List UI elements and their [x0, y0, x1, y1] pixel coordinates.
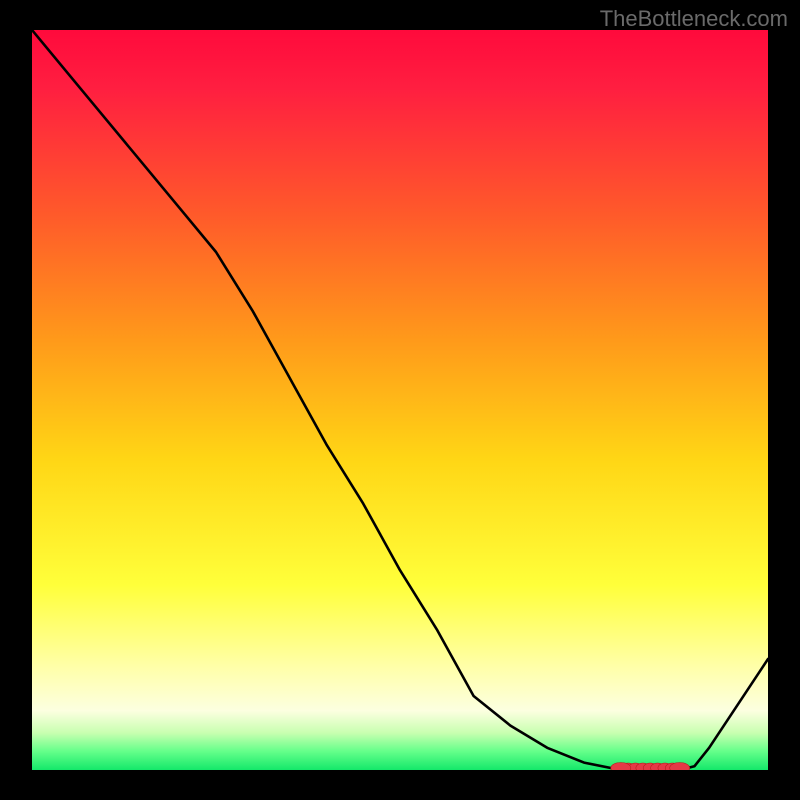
chart-container: TheBottleneck.com — [0, 0, 800, 800]
chart-svg — [32, 30, 768, 770]
plot-area — [32, 30, 768, 770]
attribution-text: TheBottleneck.com — [600, 6, 788, 32]
gradient-background — [32, 30, 768, 770]
